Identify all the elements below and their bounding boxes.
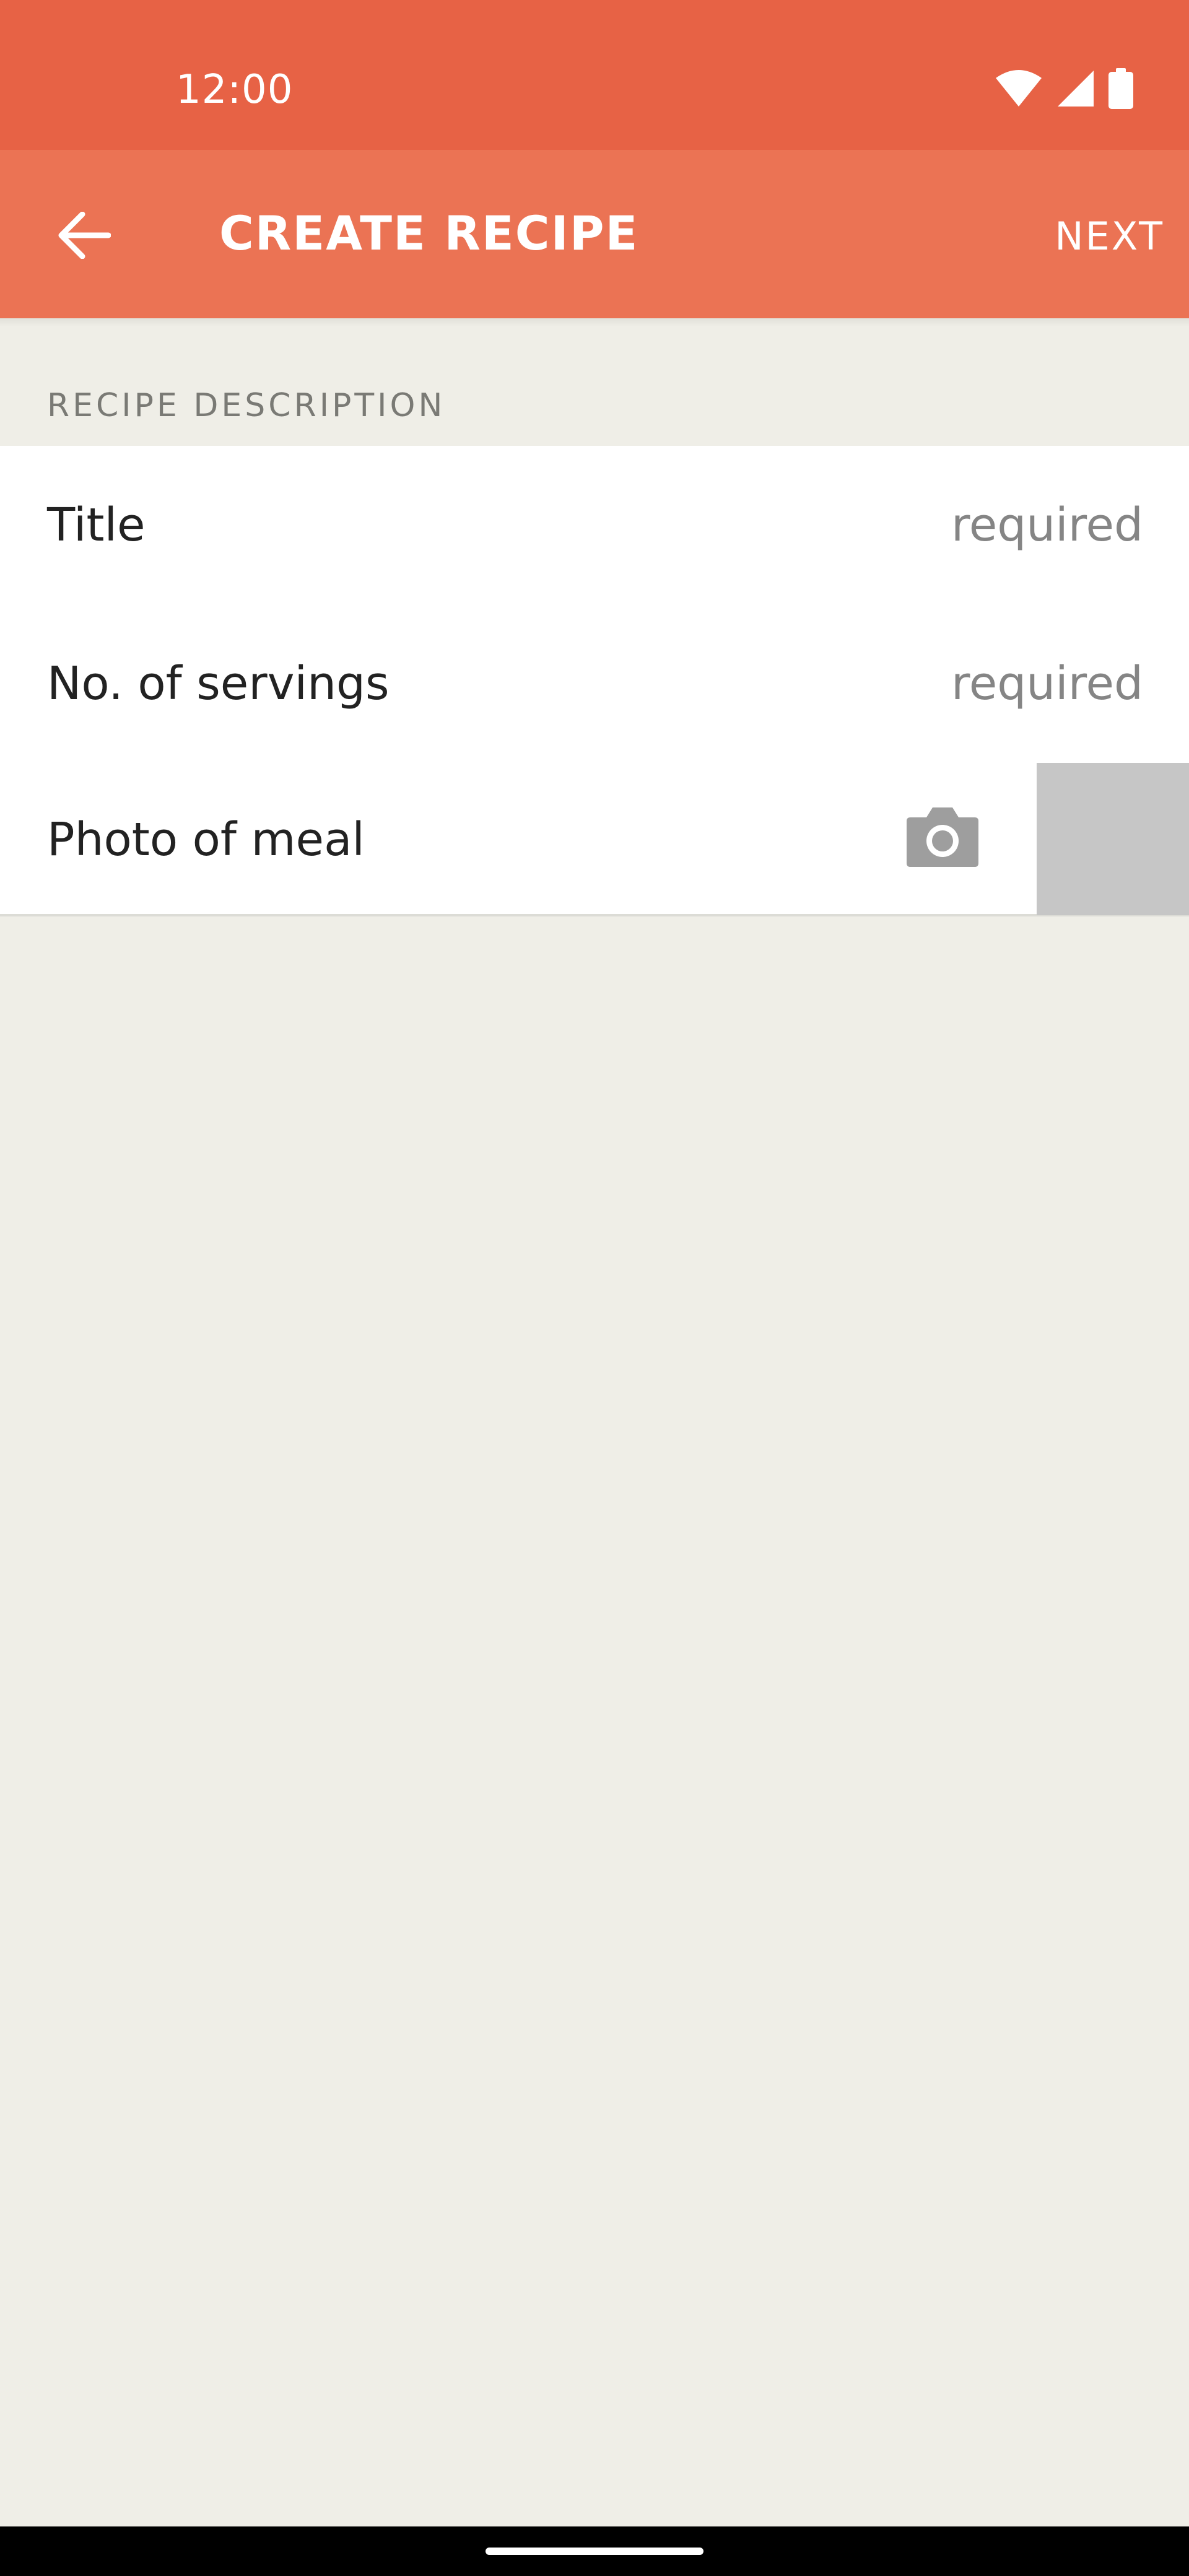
status-icons bbox=[995, 68, 1133, 111]
app-bar: CREATE RECIPE NEXT bbox=[0, 150, 1189, 318]
photo-label: Photo of meal bbox=[47, 813, 365, 866]
status-bar: 12:00 bbox=[0, 0, 1189, 150]
home-indicator[interactable] bbox=[486, 2548, 703, 2555]
back-button[interactable] bbox=[35, 187, 134, 286]
page-title: CREATE RECIPE bbox=[219, 206, 639, 261]
next-button[interactable]: NEXT bbox=[1055, 206, 1164, 268]
status-time: 12:00 bbox=[176, 67, 294, 113]
recipe-form: Title required No. of servings required … bbox=[0, 446, 1189, 916]
camera-icon bbox=[904, 805, 981, 872]
photo-row: Photo of meal bbox=[0, 763, 1189, 915]
cellular-signal-icon bbox=[1056, 69, 1095, 110]
servings-label: No. of servings bbox=[47, 657, 390, 710]
title-field[interactable]: Title required bbox=[0, 446, 1189, 604]
battery-icon bbox=[1108, 68, 1133, 111]
section-header: RECIPE DESCRIPTION bbox=[47, 387, 446, 424]
photo-thumbnail[interactable] bbox=[1037, 763, 1189, 915]
servings-hint: required bbox=[951, 657, 1143, 710]
camera-button[interactable] bbox=[904, 800, 981, 877]
wifi-icon bbox=[995, 69, 1043, 110]
title-hint: required bbox=[951, 498, 1143, 552]
app-bar-shadow bbox=[0, 318, 1189, 327]
navigation-bar bbox=[0, 2526, 1189, 2576]
servings-field[interactable]: No. of servings required bbox=[0, 604, 1189, 763]
title-label: Title bbox=[47, 498, 146, 552]
arrow-back-icon bbox=[58, 211, 111, 261]
